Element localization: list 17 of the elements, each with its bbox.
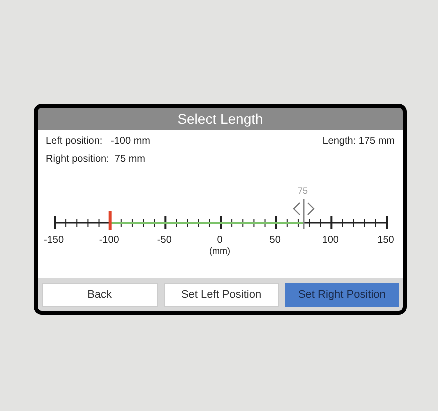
tick-label: -100: [99, 234, 120, 248]
tick-label: 0: [217, 234, 223, 248]
action-button[interactable]: Back: [42, 283, 158, 307]
left-marker[interactable]: [108, 211, 112, 230]
length-text: Length: 175 mm: [322, 135, 395, 149]
window-title: Select Length: [38, 108, 403, 130]
left-position-text: Left position: -100 mm: [46, 135, 150, 149]
unit-label: (mm): [210, 245, 230, 258]
tick-label: -50: [157, 234, 172, 248]
marker-label: 75: [298, 185, 308, 198]
tick-label: 100: [322, 234, 339, 248]
right-position-text: Right position: 75 mm: [46, 153, 146, 167]
tick-label: 50: [270, 234, 281, 248]
action-button[interactable]: Set Left Position: [164, 283, 280, 307]
tick-label: 150: [378, 234, 394, 248]
right-marker-handle[interactable]: [293, 199, 315, 229]
tick-label: -150: [44, 234, 64, 248]
